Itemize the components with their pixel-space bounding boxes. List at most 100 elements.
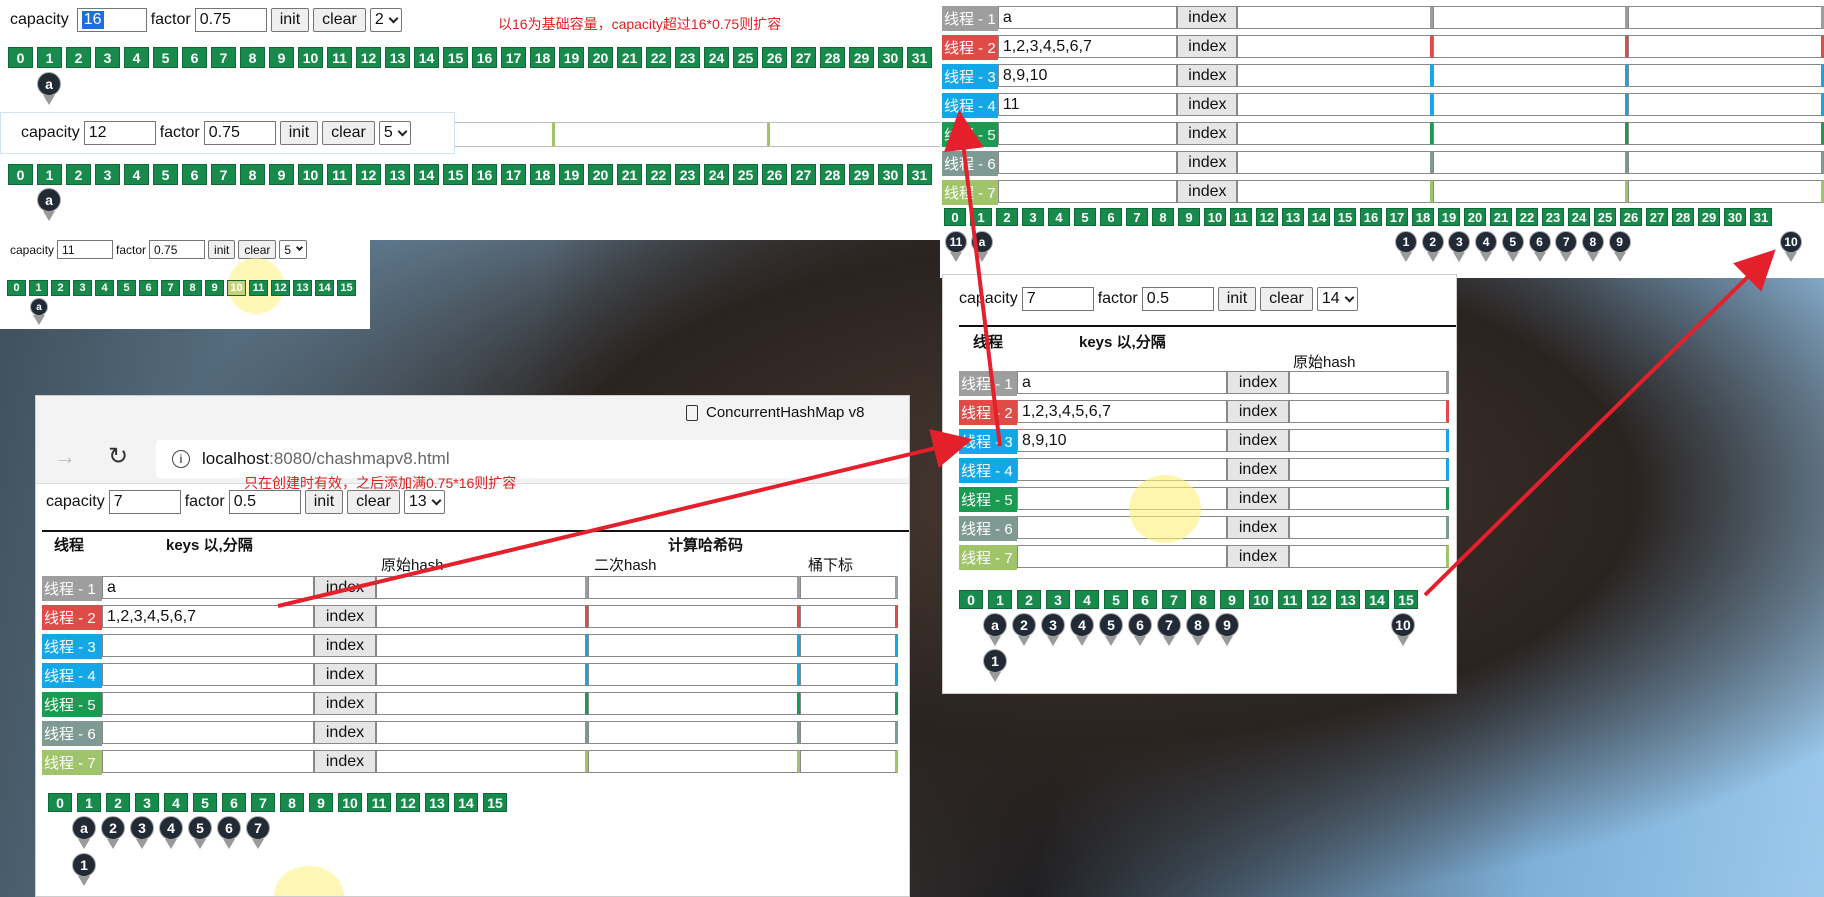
index-button[interactable]: index: [314, 634, 376, 657]
index-button[interactable]: index: [1177, 180, 1238, 203]
bucket-0: 0: [7, 280, 26, 296]
index-button[interactable]: index: [1227, 371, 1289, 394]
index-button[interactable]: index: [1227, 458, 1289, 481]
node-label: 2: [1012, 613, 1036, 637]
bucket-30: 30: [878, 47, 903, 68]
init-button[interactable]: init: [304, 490, 344, 514]
pin-tip: [1400, 252, 1412, 262]
clear-button[interactable]: clear: [313, 8, 366, 32]
keys-input[interactable]: 1,2,3,4,5,6,7: [102, 605, 314, 628]
thread-tag: 线程 - 4: [42, 663, 102, 688]
clear-button[interactable]: clear: [238, 240, 277, 259]
clear-button[interactable]: clear: [322, 121, 375, 145]
browser-tab[interactable]: ConcurrentHashMap v8: [686, 404, 864, 421]
factor-input[interactable]: 0.5: [228, 490, 301, 514]
keys-input[interactable]: a: [997, 6, 1178, 29]
thread-row: 线程 - 6 index: [959, 516, 1456, 541]
keys-input[interactable]: [997, 151, 1178, 174]
keys-input[interactable]: a: [1017, 371, 1227, 394]
init-button[interactable]: init: [208, 240, 236, 259]
capacity-input[interactable]: 12: [83, 121, 156, 145]
keys-input[interactable]: [997, 122, 1178, 145]
bucket-2: 2: [66, 47, 91, 68]
keys-input[interactable]: 8,9,10: [997, 64, 1178, 87]
reload-icon[interactable]: ↻: [108, 442, 128, 471]
init-button[interactable]: init: [1217, 287, 1257, 311]
init-button[interactable]: init: [270, 8, 310, 32]
keys-input[interactable]: [102, 634, 314, 657]
index-button[interactable]: index: [1227, 516, 1289, 539]
index-button[interactable]: index: [1177, 64, 1238, 87]
index-button[interactable]: index: [1177, 151, 1238, 174]
capacity-input[interactable]: 7: [1021, 287, 1094, 311]
pin-tip: [1560, 252, 1573, 262]
node-label: a: [72, 816, 96, 840]
keys-input[interactable]: [102, 750, 314, 773]
keys-input[interactable]: 1,2,3,4,5,6,7: [1017, 400, 1227, 423]
hash-cell: [800, 663, 898, 686]
node-pin: 3: [130, 816, 154, 849]
bucket-1: 1: [970, 208, 992, 226]
second-bucket-strip: 0 1 2 3 4 5 6 7 8 9 10 11 12 13 14 15 16 17 18 19 20 21 22 23 24…: [8, 164, 932, 185]
clear-button[interactable]: clear: [1260, 287, 1313, 311]
keys-input[interactable]: [1017, 545, 1227, 568]
bucket-21: 21: [1490, 208, 1512, 226]
keys-input[interactable]: a: [102, 576, 314, 599]
bucket-21: 21: [617, 47, 642, 68]
clear-button[interactable]: clear: [347, 490, 400, 514]
factor-input[interactable]: 0.75: [194, 8, 267, 32]
thread-select[interactable]: 5: [279, 240, 308, 259]
index-button[interactable]: index: [314, 721, 376, 744]
thread-select[interactable]: 14: [1316, 287, 1358, 311]
index-button[interactable]: index: [1227, 429, 1289, 452]
pin-tip: [78, 876, 90, 886]
init-button[interactable]: init: [279, 121, 319, 145]
index-button[interactable]: index: [1177, 93, 1238, 116]
keys-input[interactable]: 1,2,3,4,5,6,7: [997, 35, 1178, 58]
index-button[interactable]: index: [314, 692, 376, 715]
factor-input[interactable]: 0.75: [203, 121, 276, 145]
index-button[interactable]: index: [314, 605, 376, 628]
pin-tip: [1426, 252, 1439, 262]
node-pin: 4: [1475, 231, 1498, 262]
factor-label: factor: [184, 493, 225, 510]
pin-tip: [989, 672, 1001, 682]
bucket-26: 26: [1620, 208, 1642, 226]
cursor-highlight: [274, 866, 344, 896]
hash-cell: [1237, 180, 1433, 203]
capacity-input[interactable]: 16: [76, 8, 147, 32]
factor-input[interactable]: 0.5: [1141, 287, 1214, 311]
node-pin: 2: [1012, 613, 1036, 646]
thread-select[interactable]: 5: [378, 121, 411, 145]
index-button[interactable]: index: [1177, 122, 1238, 145]
index-button[interactable]: index: [1227, 545, 1289, 568]
bucket-0: 0: [959, 590, 983, 609]
factor-input[interactable]: 0.75: [149, 240, 206, 259]
index-button[interactable]: index: [1177, 6, 1238, 29]
capacity-input[interactable]: 11: [57, 240, 114, 259]
keys-input[interactable]: 11: [997, 93, 1178, 116]
keys-input[interactable]: [1017, 458, 1227, 481]
index-button[interactable]: index: [314, 750, 376, 773]
index-button[interactable]: index: [314, 663, 376, 686]
index-button[interactable]: index: [314, 576, 376, 599]
keys-input[interactable]: [102, 721, 314, 744]
bucket-18: 18: [1412, 208, 1434, 226]
index-button[interactable]: index: [1227, 400, 1289, 423]
bucket-11: 11: [1230, 208, 1252, 226]
arrow-to-31: [1423, 249, 1776, 597]
forward-icon[interactable]: →: [54, 444, 76, 470]
bucket-3: 3: [73, 280, 92, 296]
index-button[interactable]: index: [1227, 487, 1289, 510]
thread-select[interactable]: 13: [403, 490, 445, 514]
keys-input[interactable]: [102, 692, 314, 715]
node-label: 3: [130, 816, 154, 840]
capacity-input[interactable]: 7: [108, 490, 181, 514]
index-button[interactable]: index: [1177, 35, 1238, 58]
thread-select[interactable]: 2: [369, 8, 402, 32]
keys-input[interactable]: [997, 180, 1178, 203]
info-icon[interactable]: i: [172, 450, 190, 468]
third-controls: capacity 11 factor 0.75 init clear 5: [10, 240, 308, 259]
keys-input[interactable]: 8,9,10: [1017, 429, 1227, 452]
keys-input[interactable]: [102, 663, 314, 686]
